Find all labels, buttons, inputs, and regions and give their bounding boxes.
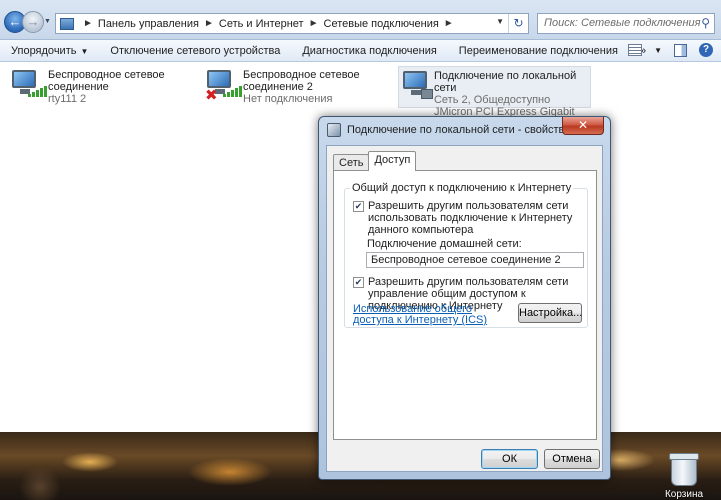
search-placeholder: Поиск: Сетевые подключения bbox=[544, 17, 701, 29]
command-bar: Упорядочить ▼ Отключение сетевого устройс… bbox=[0, 40, 721, 62]
tab-sharing[interactable]: Доступ bbox=[368, 151, 417, 171]
dialog-body: Сеть Доступ Общий доступ к подключению к… bbox=[326, 145, 603, 472]
diagnose-button[interactable]: Диагностика подключения bbox=[291, 45, 447, 57]
breadcrumb-separator-icon[interactable]: ► bbox=[309, 18, 319, 29]
address-box[interactable]: ► Панель управления ► Сеть и Интернет ► … bbox=[55, 13, 529, 34]
connection-item-wireless[interactable]: Беспроводное сетевое соединение rty111 2 bbox=[8, 66, 198, 108]
connection-item-lan[interactable]: Подключение по локальной сети Сеть 2, Об… bbox=[398, 66, 591, 130]
recycle-bin-icon bbox=[669, 453, 699, 486]
home-network-label: Подключение домашней сети: bbox=[367, 238, 522, 250]
help-icon[interactable]: ? bbox=[699, 43, 713, 57]
address-bar-area: ← → ▼ ► Панель управления ► Сеть и Интер… bbox=[0, 0, 721, 40]
home-network-select[interactable]: Беспроводное сетевое соединение 2 bbox=[366, 252, 584, 268]
ok-button[interactable]: ОК bbox=[481, 449, 538, 469]
recycle-bin-label: Корзина bbox=[664, 489, 704, 500]
chevron-down-icon: ▼ bbox=[80, 46, 89, 56]
recycle-bin-shortcut[interactable]: Корзина bbox=[661, 453, 707, 500]
breadcrumb-separator-icon[interactable]: ► bbox=[444, 18, 454, 29]
network-cable-icon bbox=[421, 89, 433, 99]
forward-button[interactable]: → bbox=[22, 11, 44, 33]
breadcrumb-separator-icon[interactable]: ► bbox=[204, 18, 214, 29]
connection-network: Сеть 2, Общедоступно bbox=[433, 94, 551, 106]
ics-help-link[interactable]: Использование общего доступа к Интернету… bbox=[353, 304, 503, 326]
refresh-icon[interactable]: ↻ bbox=[508, 14, 528, 33]
dialog-title: Подключение по локальной сети - свойства bbox=[347, 124, 571, 136]
checkbox-checked-icon[interactable]: ✔ bbox=[353, 277, 364, 288]
disable-device-button[interactable]: Отключение сетевого устройства bbox=[99, 45, 291, 57]
history-dropdown-icon[interactable]: ▼ bbox=[44, 18, 51, 25]
tab-network[interactable]: Сеть bbox=[333, 154, 370, 171]
breadcrumb-separator-icon[interactable]: ► bbox=[83, 18, 93, 29]
dialog-titlebar[interactable]: Подключение по локальной сети - свойства bbox=[327, 123, 570, 137]
address-dropdown-icon[interactable]: ▼ bbox=[496, 17, 504, 26]
connection-name: соединение bbox=[48, 81, 109, 93]
connection-name: Беспроводное сетевое bbox=[243, 69, 360, 81]
rename-button[interactable]: Переименование подключения bbox=[448, 45, 629, 57]
search-input[interactable]: Поиск: Сетевые подключения ⚲ bbox=[537, 13, 715, 34]
connection-item-wireless-2[interactable]: ✖ Беспроводное сетевое соединение 2 Нет … bbox=[203, 66, 393, 108]
breadcrumb-network-internet[interactable]: Сеть и Интернет bbox=[219, 18, 304, 30]
checkbox-checked-icon[interactable]: ✔ bbox=[353, 201, 364, 212]
ics-groupbox: Общий доступ к подключению к Интернету ✔… bbox=[344, 182, 588, 328]
connection-status: Нет подключения bbox=[243, 93, 333, 105]
groupbox-title: Общий доступ к подключению к Интернету bbox=[350, 182, 574, 194]
settings-button[interactable]: Настройка... bbox=[518, 303, 582, 323]
lan-connection-icon bbox=[399, 67, 434, 107]
organize-menu[interactable]: Упорядочить ▼ bbox=[0, 45, 99, 57]
properties-dialog: Подключение по локальной сети - свойства… bbox=[318, 116, 611, 480]
search-icon[interactable]: ⚲ bbox=[701, 16, 710, 30]
breadcrumb-control-panel[interactable]: Панель управления bbox=[98, 18, 199, 30]
connection-name: соединение 2 bbox=[243, 81, 313, 93]
wireless-network-icon bbox=[8, 66, 48, 106]
view-dropdown-icon[interactable]: ▼ bbox=[654, 46, 662, 55]
allow-connect-checkbox[interactable]: ✔ Разрешить другим пользователям сети ис… bbox=[353, 200, 583, 236]
breadcrumb-network-connections[interactable]: Сетевые подключения bbox=[324, 18, 439, 30]
connection-name: Беспроводное сетевое bbox=[48, 69, 165, 81]
tab-strip: Сеть Доступ bbox=[333, 151, 417, 171]
close-button[interactable]: ✕ bbox=[562, 117, 604, 135]
wireless-network-disconnected-icon: ✖ bbox=[203, 66, 243, 106]
control-panel-icon bbox=[60, 17, 74, 30]
connection-name: Подключение по локальной сети bbox=[433, 70, 577, 94]
connection-status: rty111 2 bbox=[48, 93, 87, 105]
change-view-icon[interactable] bbox=[628, 44, 643, 56]
disconnected-x-icon: ✖ bbox=[205, 87, 218, 104]
allow-connect-label: Разрешить другим пользователям сети испо… bbox=[368, 200, 573, 236]
cancel-button[interactable]: Отмена bbox=[544, 449, 600, 469]
sharing-tab-panel: Общий доступ к подключению к Интернету ✔… bbox=[333, 170, 597, 440]
network-adapter-icon bbox=[327, 123, 341, 137]
preview-pane-icon[interactable] bbox=[674, 43, 687, 57]
